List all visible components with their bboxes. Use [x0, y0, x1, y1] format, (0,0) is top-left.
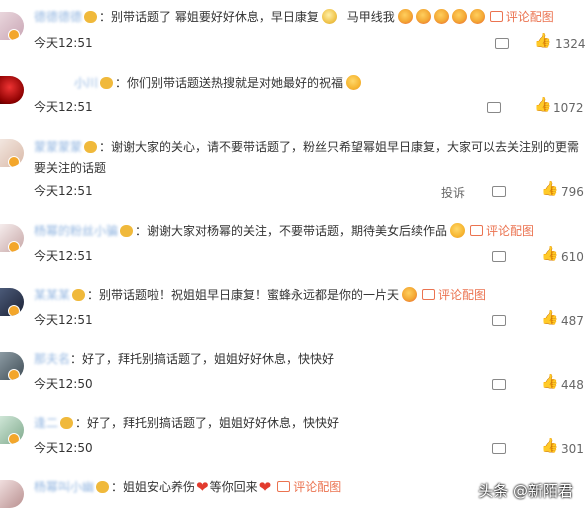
avatar[interactable] — [0, 224, 24, 252]
heart-eyes-emoji-icon — [451, 9, 467, 24]
username[interactable]: 杨幂的粉丝小骗 — [34, 224, 118, 238]
like-count: 610 — [561, 250, 584, 264]
like-icon[interactable]: 👍 — [541, 438, 558, 454]
like-count: 301 — [561, 442, 584, 456]
comment-text: 你们别带话题送热搜就是对她最好的祝福 — [127, 76, 344, 90]
reply-icon[interactable] — [492, 379, 506, 390]
timestamp: 今天12:51 — [34, 184, 93, 198]
verified-badge-icon — [8, 305, 20, 316]
timestamp: 今天12:50 — [34, 441, 93, 455]
watermark: 头条 @新陌君 — [478, 482, 573, 500]
avatar[interactable] — [0, 12, 24, 40]
fan-badge-icon — [96, 481, 110, 493]
reply-icon[interactable] — [492, 251, 506, 262]
emoji-icon — [321, 9, 337, 24]
username[interactable]: 那夫名 — [34, 352, 70, 366]
avatar[interactable] — [0, 480, 24, 508]
timestamp: 今天12:51 — [34, 249, 93, 263]
avatar[interactable] — [0, 76, 24, 104]
comment-item: 杨幂的粉丝小骗 ：谢谢大家对杨幂的关注，不要带话题，期待美女后续作品 评论配图 今天… — [0, 222, 585, 282]
image-icon — [277, 481, 291, 492]
avatar[interactable] — [0, 288, 24, 316]
heart-icon: ❤ — [258, 478, 272, 496]
username[interactable]: 德德德德 — [34, 10, 82, 24]
comment-item: 蒙蒙蒙蒙 ：谢谢大家的关心，请不要带话题了，粉丝只希望幂姐早日康复，大家可以去关注… — [0, 136, 585, 206]
like-count: 1324 — [555, 37, 585, 51]
comment-text: 谢谢大家对杨幂的关注，不要带话题，期待美女后续作品 — [147, 224, 448, 238]
reply-icon[interactable] — [492, 315, 506, 326]
like-count: 796 — [561, 185, 584, 199]
fan-badge-icon — [100, 77, 114, 89]
fan-badge-icon — [84, 11, 98, 23]
report-link[interactable]: 投诉 — [441, 184, 465, 201]
like-icon[interactable]: 👍 — [541, 246, 558, 262]
username[interactable]: 某某某 — [34, 288, 70, 302]
username[interactable]: 小川 — [74, 76, 98, 90]
verified-badge-icon — [8, 433, 20, 444]
timestamp: 今天12:50 — [34, 377, 93, 391]
username[interactable]: 逢二 — [34, 416, 58, 430]
timestamp: 今天12:51 — [34, 36, 93, 50]
heart-eyes-emoji-icon — [469, 9, 485, 24]
image-icon — [422, 289, 436, 300]
comment-text: 别带话题啦！祝姐姐早日康复！蜜蜂永远都是你的一片天 — [99, 288, 400, 302]
like-count: 487 — [561, 314, 584, 328]
comment-image-link[interactable]: 评论配图 — [486, 224, 534, 238]
like-count: 448 — [561, 378, 584, 392]
verified-badge-icon — [8, 241, 20, 252]
reply-icon[interactable] — [487, 102, 501, 113]
comment-text: 别带话题了 幂姐要好好休息，早日康复 — [111, 10, 319, 24]
comment-item: 某某某 ：别带话题啦！祝姐姐早日康复！蜜蜂永远都是你的一片天 评论配图 今天12:5… — [0, 286, 585, 346]
heart-icon: ❤ — [196, 478, 209, 496]
fan-badge-icon — [72, 289, 86, 301]
like-icon[interactable]: 👍 — [534, 33, 551, 49]
comment-image-link[interactable]: 评论配图 — [438, 288, 486, 302]
verified-badge-icon — [8, 369, 20, 380]
timestamp: 今天12:51 — [34, 100, 93, 114]
like-icon[interactable]: 👍 — [534, 97, 551, 113]
comment-text: 好了，拜托别搞话题了，姐姐好好休息，快快好 — [87, 416, 340, 430]
like-count: 1072 — [553, 101, 584, 115]
reply-icon[interactable] — [492, 186, 506, 197]
avatar[interactable] — [0, 139, 24, 167]
like-icon[interactable]: 👍 — [541, 374, 558, 390]
comment-text-2: 马甲线我 — [346, 10, 395, 24]
kiss-emoji-icon — [402, 287, 418, 302]
avatar[interactable] — [0, 352, 24, 380]
comment-text: 好了，拜托别搞话题了，姐姐好好休息，快快好 — [82, 352, 335, 366]
reply-icon[interactable] — [495, 38, 509, 49]
comment-image-link[interactable]: 评论配图 — [293, 480, 341, 494]
comment-text: 谢谢大家的关心，请不要带话题了，粉丝只希望幂姐早日康复，大家可以去关注别的更需要… — [34, 140, 580, 175]
image-icon — [470, 225, 484, 236]
username[interactable]: 杨幂叫小幽 — [34, 480, 94, 494]
comment-image-link[interactable]: 评论配图 — [506, 10, 554, 24]
comment-item: 那夫名：好了，拜托别搞话题了，姐姐好好休息，快快好 今天12:50 👍 448 — [0, 350, 585, 410]
like-icon[interactable]: 👍 — [541, 310, 558, 326]
surprised-emoji-icon — [450, 223, 466, 238]
smile-emoji-icon — [346, 75, 362, 90]
comment-text: 姐姐安心养伤 — [123, 480, 196, 494]
comment-text-2: 等你回来 — [209, 480, 258, 494]
username[interactable]: 蒙蒙蒙蒙 — [34, 140, 82, 154]
comment-item: 小川 ：你们别带话题送热搜就是对她最好的祝福 今天12:51 👍 1072 — [0, 74, 585, 134]
timestamp: 今天12:51 — [34, 313, 93, 327]
fan-badge-icon — [84, 141, 98, 153]
image-icon — [489, 11, 503, 22]
fan-badge-icon — [120, 225, 134, 237]
heart-eyes-emoji-icon — [415, 9, 431, 24]
heart-eyes-emoji-icon — [433, 9, 449, 24]
avatar[interactable] — [0, 416, 24, 444]
comment-item: 逢二 ：好了，拜托别搞话题了，姐姐好好休息，快快好 今天12:50 👍 301 — [0, 414, 585, 474]
fan-badge-icon — [60, 417, 74, 429]
reply-icon[interactable] — [492, 443, 506, 454]
like-icon[interactable]: 👍 — [541, 181, 558, 197]
verified-badge-icon — [8, 156, 20, 167]
verified-badge-icon — [8, 29, 20, 40]
heart-eyes-emoji-icon — [397, 9, 413, 24]
comment-item: 德德德德 ：别带话题了 幂姐要好好休息，早日康复 马甲线我 评论配图 今天12:51… — [0, 8, 585, 66]
